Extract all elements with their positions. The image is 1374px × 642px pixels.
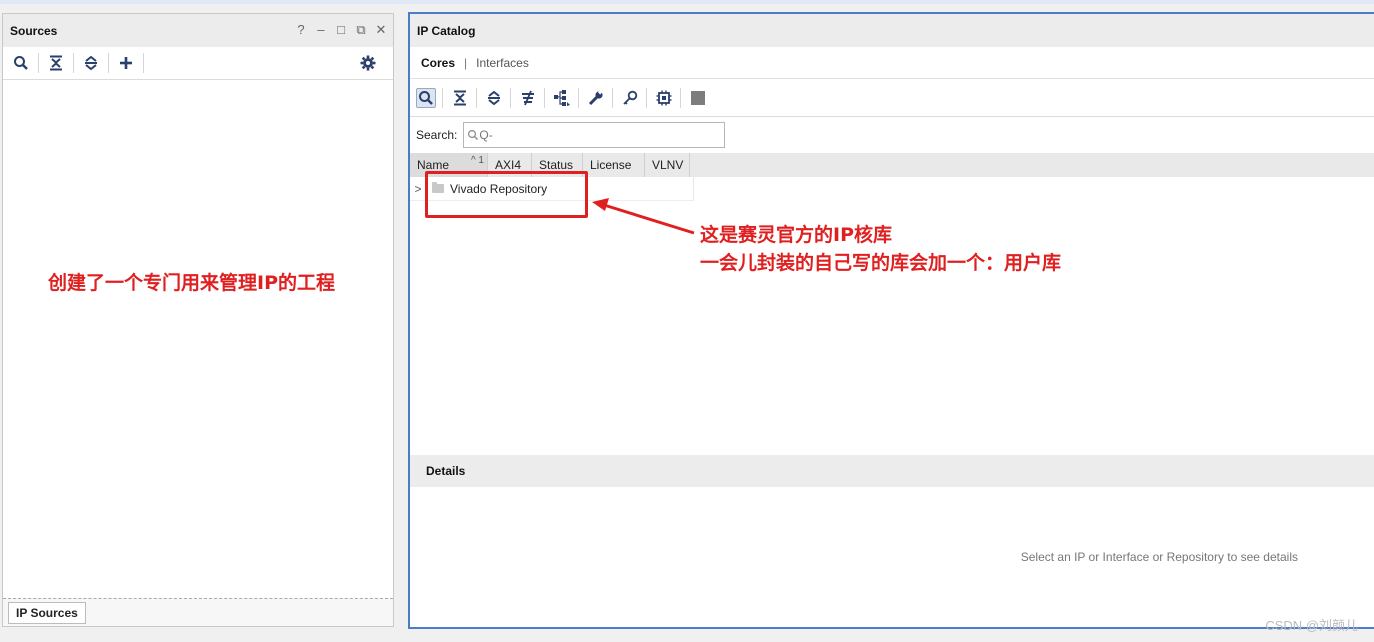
toolbar-separator xyxy=(510,87,511,108)
expand-all-button[interactable] xyxy=(484,88,504,108)
top-strip xyxy=(0,0,1374,4)
annotation-left: 创建了一个专门用来管理IP的工程 xyxy=(48,272,335,294)
sources-window-controls: ? – □ ⧉ ✕ xyxy=(295,23,387,37)
search-button[interactable] xyxy=(11,53,31,73)
toolbar-separator xyxy=(73,53,74,73)
collapse-all-button[interactable] xyxy=(450,88,470,108)
column-license[interactable]: License xyxy=(583,153,645,177)
maximize-button[interactable]: □ xyxy=(335,23,347,37)
device-button[interactable] xyxy=(654,88,674,108)
annotation-right-line2: 一会儿封装的自己写的库会加一个：用户库 xyxy=(700,252,1062,274)
toolbar-separator xyxy=(578,87,579,108)
tab-ip-sources[interactable]: IP Sources xyxy=(8,602,86,624)
sort-indicator: ^ 1 xyxy=(470,155,484,166)
tab-cores[interactable]: Cores xyxy=(421,56,455,70)
license-button[interactable] xyxy=(620,88,640,108)
chip-icon xyxy=(656,90,672,105)
sources-bottom-tabs: IP Sources xyxy=(3,598,393,626)
catalog-tabs: Cores | Interfaces xyxy=(410,47,1374,79)
details-body: Select an IP or Interface or Repository … xyxy=(410,487,1374,627)
help-button[interactable]: ? xyxy=(295,23,307,37)
tab-interfaces[interactable]: Interfaces xyxy=(476,56,529,70)
hierarchy-icon xyxy=(554,89,570,106)
float-button[interactable]: ⧉ xyxy=(355,23,367,37)
tab-separator: | xyxy=(464,55,468,70)
settings-button[interactable] xyxy=(358,53,378,73)
search-label: Search: xyxy=(416,128,458,142)
collapse-all-icon xyxy=(454,90,466,105)
plus-icon xyxy=(120,57,132,69)
annotation-right-line1: 这是赛灵官方的IP核库 xyxy=(700,224,892,246)
collapse-all-button[interactable] xyxy=(46,53,66,73)
collapse-all-icon xyxy=(50,55,62,71)
hierarchy-button[interactable] xyxy=(552,88,572,108)
annotation-arrow-icon xyxy=(592,198,695,235)
filter-button[interactable] xyxy=(518,88,538,108)
toolbar-separator xyxy=(442,87,443,108)
toolbar-separator xyxy=(646,87,647,108)
watermark: CSDN @刘颜儿 xyxy=(1265,618,1358,633)
sources-panel: Sources ? – □ ⧉ ✕ IP Sources xyxy=(2,13,394,627)
expand-all-button[interactable] xyxy=(81,53,101,73)
details-message: Select an IP or Interface or Repository … xyxy=(1020,550,1298,564)
wrench-icon xyxy=(588,89,603,105)
details-header: Details xyxy=(410,455,1374,487)
customize-ip-button[interactable] xyxy=(586,88,606,108)
filter-icon xyxy=(522,90,534,105)
search-icon xyxy=(468,129,479,140)
search-icon xyxy=(419,90,433,105)
sources-title: Sources xyxy=(10,23,58,38)
minimize-button[interactable]: – xyxy=(315,23,327,37)
sources-header: Sources ? – □ ⧉ ✕ xyxy=(3,14,393,47)
expand-all-icon xyxy=(85,55,97,71)
column-vlnv[interactable]: VLNV xyxy=(645,153,690,177)
search-icon xyxy=(14,56,28,70)
catalog-toolbar xyxy=(410,79,1374,117)
ip-catalog-header: IP Catalog xyxy=(410,14,1374,47)
chevron-right-icon[interactable]: > xyxy=(410,182,426,196)
add-sources-button[interactable] xyxy=(116,53,136,73)
search-button[interactable] xyxy=(416,87,436,108)
toolbar-separator xyxy=(680,87,681,108)
gear-icon xyxy=(360,55,376,71)
catalog-tree: > Vivado Repository xyxy=(410,177,1374,455)
expand-all-icon xyxy=(488,90,500,105)
ip-catalog-title: IP Catalog xyxy=(417,23,476,38)
toolbar-separator xyxy=(38,53,39,73)
toolbar-separator xyxy=(544,87,545,108)
stop-button[interactable] xyxy=(688,88,708,108)
sources-tree-area xyxy=(3,81,393,599)
column-name-label: Name xyxy=(417,158,450,172)
key-icon xyxy=(623,90,638,105)
highlight-box xyxy=(425,171,588,218)
stop-icon xyxy=(691,90,705,105)
ip-catalog-panel: IP Catalog Cores | Interfaces Search: Q-… xyxy=(408,12,1374,629)
search-row: Search: xyxy=(410,117,1374,153)
toolbar-separator xyxy=(108,53,109,73)
sources-toolbar xyxy=(3,47,393,80)
toolbar-separator xyxy=(476,87,477,108)
toolbar-separator xyxy=(612,87,613,108)
search-box[interactable] xyxy=(463,122,726,148)
search-input[interactable] xyxy=(479,124,710,146)
toolbar-separator xyxy=(143,53,144,73)
close-button[interactable]: ✕ xyxy=(375,23,387,37)
